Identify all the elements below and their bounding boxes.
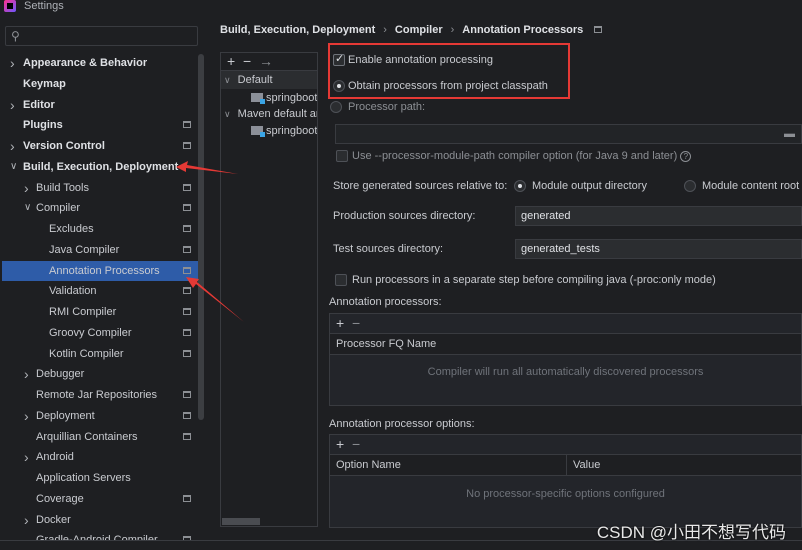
red-arrow bbox=[176, 161, 238, 174]
annotation-arrows bbox=[176, 161, 244, 322]
red-arrow bbox=[186, 277, 244, 322]
watermark: CSDN @小田不想写代码 bbox=[596, 523, 786, 542]
